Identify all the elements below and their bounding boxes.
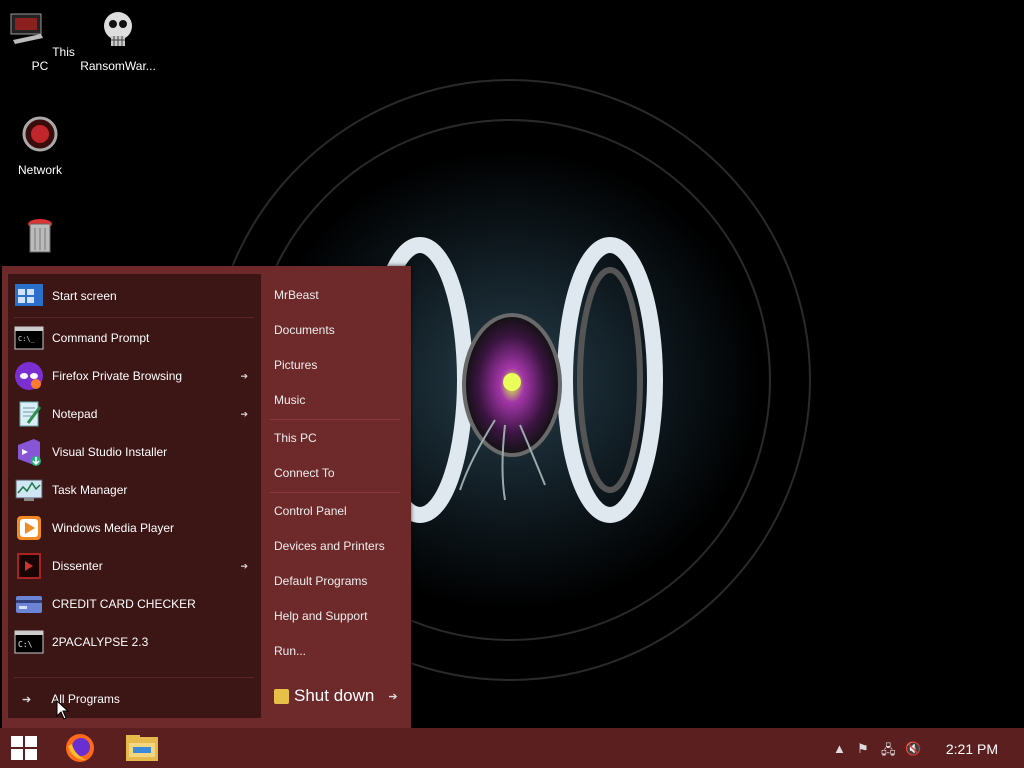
start-menu-programs-pane: Start screen C:\_ Command Prompt Firefox…: [8, 274, 261, 718]
start-item-2pacalypse[interactable]: C:\ 2PACALYPSE 2.3: [14, 625, 254, 659]
shutdown-icon: [274, 688, 289, 704]
start-button[interactable]: [7, 732, 41, 764]
start-item-command-prompt[interactable]: C:\_ Command Prompt: [14, 321, 254, 355]
start-item-label: Windows Media Player: [52, 521, 175, 535]
dissenter-icon: [17, 553, 41, 579]
mouse-cursor-icon: [56, 700, 70, 720]
credit-card-icon: [16, 596, 42, 613]
start-item-dissenter[interactable]: Dissenter ➔: [14, 549, 254, 583]
start-item-label: Start screen: [52, 289, 117, 303]
separator: [270, 492, 400, 493]
start-right-help-support[interactable]: Help and Support: [274, 609, 367, 623]
start-item-label: Dissenter: [52, 559, 103, 573]
start-item-media-player[interactable]: Windows Media Player: [14, 511, 254, 545]
desktop-icon-ransomware[interactable]: RansomWar...: [78, 8, 158, 73]
network-icon[interactable]: 🖧: [881, 741, 896, 763]
separator: [270, 419, 400, 420]
desktop-icon-this-pc[interactable]: This PC: [0, 8, 80, 73]
file-explorer-icon: [126, 735, 158, 761]
skull-icon: [104, 12, 132, 46]
start-item-label: 2PACALYPSE 2.3: [52, 635, 149, 649]
network-globe-icon: [22, 116, 58, 152]
shutdown-button[interactable]: Shut down ➔: [274, 686, 398, 706]
start-right-run[interactable]: Run...: [274, 644, 306, 658]
start-item-vs-installer[interactable]: Visual Studio Installer: [14, 435, 254, 469]
submenu-arrow-icon[interactable]: ➔: [240, 409, 248, 420]
action-center-flag-icon[interactable]: ⚑: [857, 741, 869, 757]
firefox-private-icon: [15, 362, 43, 390]
start-right-devices-printers[interactable]: Devices and Printers: [274, 539, 385, 553]
start-screen-icon: [15, 284, 43, 306]
start-item-notepad[interactable]: Notepad ➔: [14, 397, 254, 431]
desktop-icon-label: RansomWar...: [80, 59, 156, 73]
visual-studio-installer-icon: [18, 439, 41, 466]
desktop-icon-recycle-bin[interactable]: [0, 214, 80, 265]
all-programs-button[interactable]: ➔ All Programs: [22, 692, 120, 706]
start-item-label: CREDIT CARD CHECKER: [52, 597, 196, 611]
start-right-music[interactable]: Music: [274, 393, 305, 407]
start-right-control-panel[interactable]: Control Panel: [274, 504, 347, 518]
arrow-right-icon: ➔: [22, 693, 32, 706]
windows-start-icon: [11, 736, 37, 760]
start-right-connect-to[interactable]: Connect To: [274, 466, 335, 480]
start-menu: Start screen C:\_ Command Prompt Firefox…: [2, 266, 411, 728]
start-right-documents[interactable]: Documents: [274, 323, 335, 337]
svg-text:C:\_: C:\_: [18, 335, 36, 343]
notepad-icon: [19, 401, 42, 427]
recycle-bin-icon: [28, 219, 52, 253]
chevron-up-icon[interactable]: ▲: [833, 741, 846, 756]
desktop-icon-label: Network: [17, 163, 62, 177]
start-right-default-programs[interactable]: Default Programs: [274, 574, 367, 588]
volume-muted-icon[interactable]: 🔇: [905, 741, 921, 757]
separator: [14, 317, 254, 318]
taskbar-firefox[interactable]: [63, 732, 97, 764]
command-prompt-icon: C:\_: [14, 326, 44, 350]
desktop-icon-network[interactable]: Network: [0, 112, 80, 177]
taskbar: ▲ ⚑ 🖧 🔇 2:21 PM: [0, 728, 1024, 768]
start-item-label: Firefox Private Browsing: [52, 369, 183, 383]
start-item-firefox-private[interactable]: Firefox Private Browsing ➔: [14, 359, 254, 393]
computer-icon: [10, 13, 44, 44]
taskbar-clock[interactable]: 2:21 PM: [946, 741, 998, 757]
start-item-label: Notepad: [52, 407, 98, 421]
submenu-arrow-icon[interactable]: ➔: [240, 371, 248, 382]
separator: [14, 677, 254, 678]
start-right-pictures[interactable]: Pictures: [274, 358, 317, 372]
start-item-label: Command Prompt: [52, 331, 150, 345]
shutdown-label: Shut down: [294, 686, 375, 705]
svg-text:C:\: C:\: [18, 640, 33, 649]
start-item-start-screen[interactable]: Start screen: [14, 279, 254, 313]
start-right-mrbeast[interactable]: MrBeast: [274, 288, 319, 302]
taskbar-file-explorer[interactable]: [125, 732, 159, 764]
start-item-label: Task Manager: [52, 483, 128, 497]
firefox-icon: [66, 734, 94, 762]
start-item-task-manager[interactable]: Task Manager: [14, 473, 254, 507]
console-app-icon: C:\: [14, 630, 44, 654]
start-item-label: Visual Studio Installer: [52, 445, 168, 459]
shutdown-options-arrow-icon[interactable]: ➔: [388, 690, 397, 703]
start-right-this-pc[interactable]: This PC: [274, 431, 317, 445]
media-player-icon: [17, 516, 41, 540]
submenu-arrow-icon[interactable]: ➔: [240, 561, 248, 572]
start-item-credit-card-checker[interactable]: CREDIT CARD CHECKER: [14, 587, 254, 621]
task-manager-icon: [15, 479, 43, 501]
